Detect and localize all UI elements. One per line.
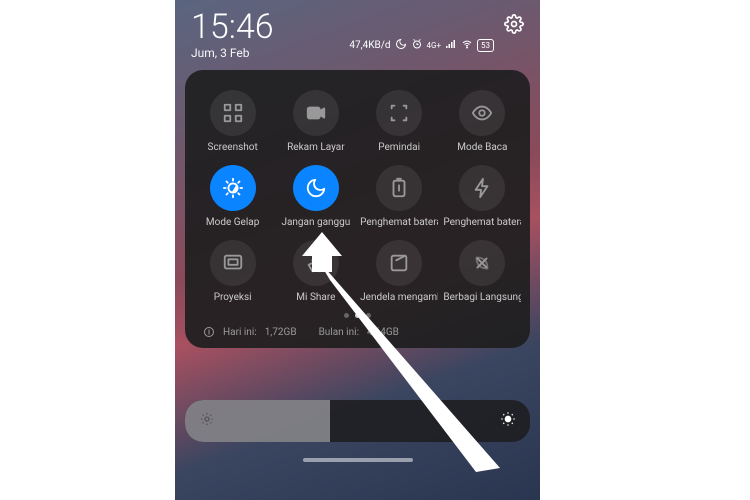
mishare-icon xyxy=(293,240,339,286)
tile-label: Proyeksi xyxy=(214,292,252,303)
tile-screenshot[interactable]: Screenshot xyxy=(191,86,274,157)
wifi-icon xyxy=(461,38,473,53)
clock: 15:46 xyxy=(191,10,274,44)
battery-icon xyxy=(376,165,422,211)
bolt-icon xyxy=(459,165,505,211)
tile-label: Jendela mengambang xyxy=(360,292,438,303)
tile-label: Penghemat baterai xyxy=(443,217,521,228)
alarm-icon xyxy=(411,38,423,53)
signal-bars-icon xyxy=(445,38,457,53)
tile-label: Jangan ganggu xyxy=(281,217,350,228)
status-icons: 47,4KB/d 4G+ 53 xyxy=(349,38,494,53)
page-dot[interactable] xyxy=(355,313,360,318)
record-icon xyxy=(293,90,339,136)
status-bar: 15:46 Jum, 3 Feb 47,4KB/d 4G+ 53 xyxy=(175,10,540,60)
usage-month-value: 4,64GB xyxy=(367,327,399,338)
phone-screen: 15:46 Jum, 3 Feb 47,4KB/d 4G+ 53 Screens… xyxy=(175,0,540,500)
eye-icon xyxy=(459,90,505,136)
usage-today-value: 1,72GB xyxy=(265,327,297,338)
brightness-low-icon xyxy=(199,411,215,431)
data-rate: 47,4KB/d xyxy=(349,40,390,51)
data-usage-row[interactable]: Hari ini: 1,72GB Bulan ini: 4,64GB xyxy=(191,320,524,340)
nearby-icon xyxy=(459,240,505,286)
tile-eye[interactable]: Mode Baca xyxy=(441,86,524,157)
tile-nearby[interactable]: Berbagi Langsung xyxy=(441,236,524,307)
tile-moon[interactable]: Jangan ganggu xyxy=(274,161,357,232)
moon-icon xyxy=(293,165,339,211)
window-icon xyxy=(376,240,422,286)
settings-button[interactable] xyxy=(504,14,524,38)
brightness-slider[interactable] xyxy=(185,400,530,442)
tile-darkmode[interactable]: Mode Gelap xyxy=(191,161,274,232)
page-indicator xyxy=(191,307,524,320)
tile-label: Mode Gelap xyxy=(206,217,259,228)
tile-battery[interactable]: Penghemat baterai xyxy=(358,161,441,232)
tile-record[interactable]: Rekam Layar xyxy=(274,86,357,157)
date: Jum, 3 Feb xyxy=(191,46,274,60)
usage-today-label: Hari ini: xyxy=(223,327,257,338)
page-dot[interactable] xyxy=(366,313,371,318)
tile-label: Rekam Layar xyxy=(287,142,344,153)
brightness-fill xyxy=(185,400,330,442)
page-dot[interactable] xyxy=(344,313,349,318)
tile-mishare[interactable]: Mi Share xyxy=(274,236,357,307)
tile-label: Penghemat baterai xyxy=(360,217,438,228)
tile-label: Mi Share xyxy=(296,292,335,303)
battery-percent: 53 xyxy=(477,39,494,52)
darkmode-icon xyxy=(210,165,256,211)
data-icon xyxy=(203,326,215,338)
tile-bolt[interactable]: Penghemat baterai xyxy=(441,161,524,232)
tile-label: Berbagi Langsung xyxy=(443,292,521,303)
tile-scan[interactable]: Pemindai xyxy=(358,86,441,157)
screenshot-icon xyxy=(210,90,256,136)
tile-label: Pemindai xyxy=(378,142,420,153)
panel-handle[interactable] xyxy=(303,458,413,462)
tile-window[interactable]: Jendela mengambang xyxy=(358,236,441,307)
tile-label: Mode Baca xyxy=(457,142,507,153)
tile-label: Screenshot xyxy=(208,142,258,153)
dnd-moon-icon xyxy=(395,38,407,53)
quick-settings-panel: Screenshot Rekam Layar Pemindai Mode Baca Mo… xyxy=(185,70,530,348)
signal-4g-icon: 4G+ xyxy=(427,41,441,50)
tile-cast[interactable]: Proyeksi xyxy=(191,236,274,307)
brightness-high-icon xyxy=(500,411,516,431)
battery-icon: 53 xyxy=(477,39,494,52)
usage-month-label: Bulan ini: xyxy=(319,327,359,338)
cast-icon xyxy=(210,240,256,286)
scan-icon xyxy=(376,90,422,136)
